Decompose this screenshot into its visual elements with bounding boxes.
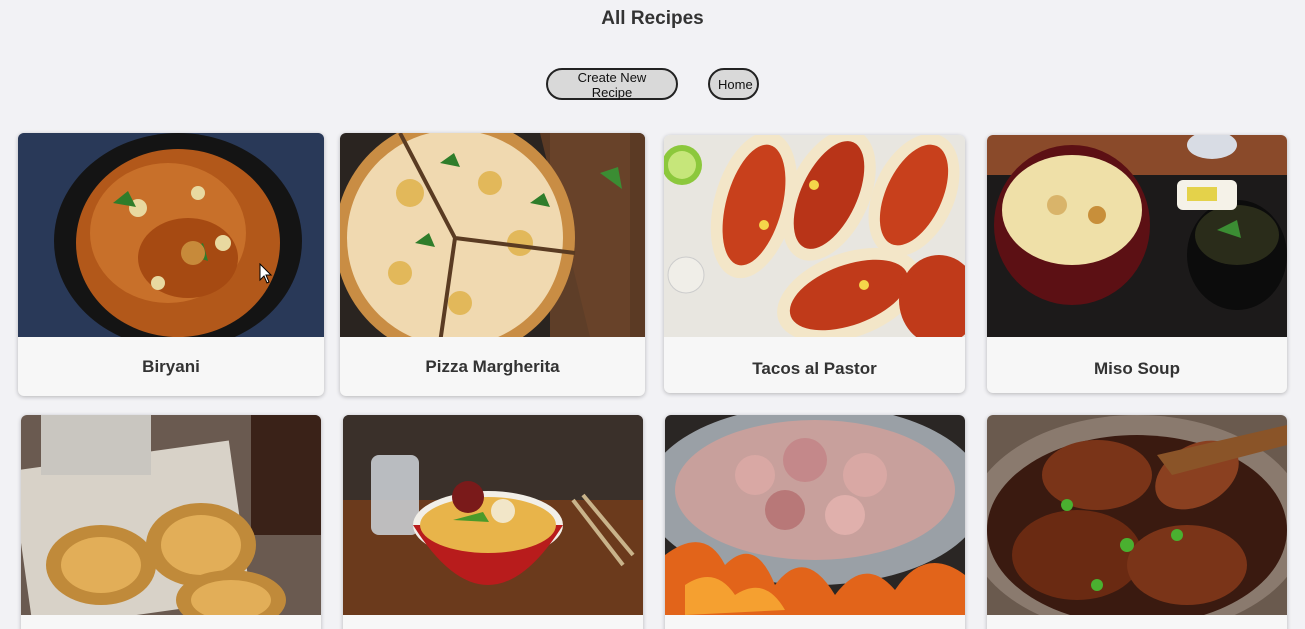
mouse-cursor-icon [259,263,273,284]
recipe-name: Biryani [142,357,200,376]
recipe-card[interactable] [665,415,965,629]
recipe-name: Tacos al Pastor [752,359,877,378]
recipe-image [987,415,1287,615]
recipe-card[interactable] [21,415,321,629]
recipe-image [340,133,645,337]
action-bar: Create New Recipe Home [0,68,1305,100]
recipe-image [18,133,324,337]
recipe-image [987,135,1287,337]
recipe-card[interactable]: Miso Soup [987,135,1287,393]
recipe-name: Miso Soup [1094,359,1180,378]
recipe-card[interactable] [343,415,643,629]
recipe-image [21,415,321,615]
recipe-image [664,135,965,337]
recipe-card[interactable]: Tacos al Pastor [664,135,965,393]
recipes-page: All Recipes Create New Recipe Home Birya… [0,0,1305,629]
recipe-card[interactable] [987,415,1287,629]
recipe-image [665,415,965,615]
recipe-name: Pizza Margherita [425,357,560,376]
page-title: All Recipes [601,8,704,29]
recipe-image [343,415,643,615]
recipe-card[interactable]: Biryani [18,133,324,396]
home-button[interactable]: Home [708,68,759,100]
create-recipe-button[interactable]: Create New Recipe [546,68,678,100]
recipe-card[interactable]: Pizza Margherita [340,133,645,396]
